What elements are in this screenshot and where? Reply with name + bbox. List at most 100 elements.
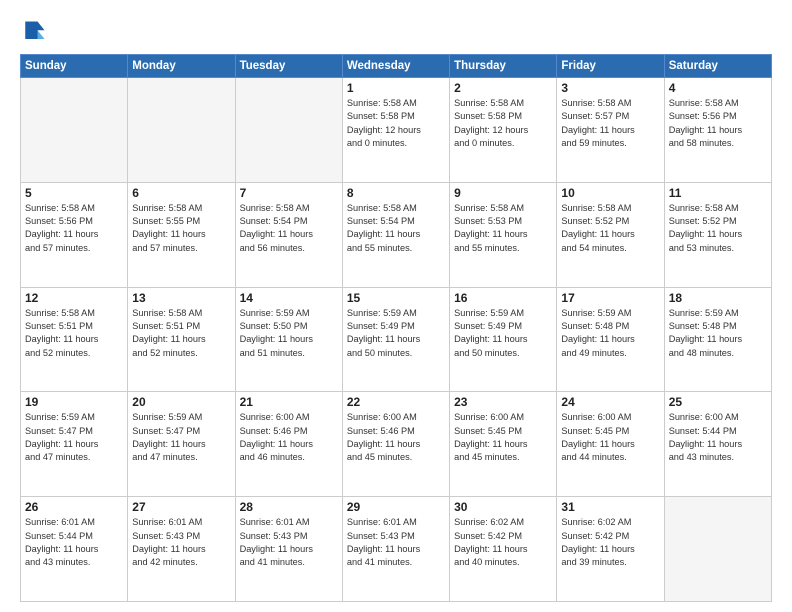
day-number: 14 — [240, 291, 338, 305]
calendar-day-11: 11 Sunrise: 5:58 AMSunset: 5:52 PMDayligh… — [664, 182, 771, 287]
day-number: 19 — [25, 395, 123, 409]
day-info: Sunrise: 5:59 AMSunset: 5:48 PMDaylight:… — [669, 307, 767, 360]
day-info: Sunrise: 5:59 AMSunset: 5:48 PMDaylight:… — [561, 307, 659, 360]
day-number: 1 — [347, 81, 445, 95]
day-info: Sunrise: 6:00 AMSunset: 5:45 PMDaylight:… — [561, 411, 659, 464]
calendar-day-3: 3 Sunrise: 5:58 AMSunset: 5:57 PMDaylight… — [557, 78, 664, 183]
weekday-header-thursday: Thursday — [450, 55, 557, 78]
calendar-day-23: 23Sunrise: 6:00 AMSunset: 5:45 PMDayligh… — [450, 392, 557, 497]
day-info: Sunrise: 5:59 AMSunset: 5:50 PMDaylight:… — [240, 307, 338, 360]
day-info: Sunrise: 5:58 AMSunset: 5:54 PMDaylight:… — [240, 202, 338, 255]
day-info: Sunrise: 6:01 AMSunset: 5:44 PMDaylight:… — [25, 516, 123, 569]
day-info: Sunrise: 5:58 AMSunset: 5:56 PMDaylight:… — [25, 202, 123, 255]
day-number: 22 — [347, 395, 445, 409]
day-info: Sunrise: 5:58 AMSunset: 5:52 PMDaylight:… — [561, 202, 659, 255]
day-info: Sunrise: 5:59 AMSunset: 5:49 PMDaylight:… — [454, 307, 552, 360]
calendar-day-5: 5 Sunrise: 5:58 AMSunset: 5:56 PMDaylight… — [21, 182, 128, 287]
calendar-day-16: 16 Sunrise: 5:59 AMSunset: 5:49 PMDayligh… — [450, 287, 557, 392]
calendar-day-14: 14 Sunrise: 5:59 AMSunset: 5:50 PMDayligh… — [235, 287, 342, 392]
day-number: 28 — [240, 500, 338, 514]
day-number: 23 — [454, 395, 552, 409]
day-number: 4 — [669, 81, 767, 95]
day-number: 8 — [347, 186, 445, 200]
calendar-table: SundayMondayTuesdayWednesdayThursdayFrid… — [20, 54, 772, 602]
day-number: 5 — [25, 186, 123, 200]
calendar-day-9: 9 Sunrise: 5:58 AMSunset: 5:53 PMDaylight… — [450, 182, 557, 287]
day-number: 11 — [669, 186, 767, 200]
day-number: 13 — [132, 291, 230, 305]
calendar-day-empty — [21, 78, 128, 183]
day-info: Sunrise: 5:58 AMSunset: 5:55 PMDaylight:… — [132, 202, 230, 255]
calendar-day-19: 19Sunrise: 5:59 AMSunset: 5:47 PMDayligh… — [21, 392, 128, 497]
calendar-day-24: 24 Sunrise: 6:00 AMSunset: 5:45 PMDayligh… — [557, 392, 664, 497]
calendar-day-empty — [664, 497, 771, 602]
logo — [20, 18, 52, 46]
day-info: Sunrise: 6:01 AMSunset: 5:43 PMDaylight:… — [347, 516, 445, 569]
day-number: 25 — [669, 395, 767, 409]
weekday-header-sunday: Sunday — [21, 55, 128, 78]
day-info: Sunrise: 5:58 AMSunset: 5:51 PMDaylight:… — [25, 307, 123, 360]
calendar-day-17: 17 Sunrise: 5:59 AMSunset: 5:48 PMDayligh… — [557, 287, 664, 392]
weekday-header-row: SundayMondayTuesdayWednesdayThursdayFrid… — [21, 55, 772, 78]
calendar-day-1: 1 Sunrise: 5:58 AMSunset: 5:58 PMDaylight… — [342, 78, 449, 183]
calendar-day-25: 25 Sunrise: 6:00 AMSunset: 5:44 PMDayligh… — [664, 392, 771, 497]
calendar-day-13: 13 Sunrise: 5:58 AMSunset: 5:51 PMDayligh… — [128, 287, 235, 392]
day-number: 9 — [454, 186, 552, 200]
calendar-day-7: 7 Sunrise: 5:58 AMSunset: 5:54 PMDaylight… — [235, 182, 342, 287]
day-number: 29 — [347, 500, 445, 514]
day-info: Sunrise: 5:58 AMSunset: 5:58 PMDaylight:… — [347, 97, 445, 150]
day-info: Sunrise: 6:01 AMSunset: 5:43 PMDaylight:… — [240, 516, 338, 569]
day-number: 27 — [132, 500, 230, 514]
day-number: 21 — [240, 395, 338, 409]
calendar-day-18: 18 Sunrise: 5:59 AMSunset: 5:48 PMDayligh… — [664, 287, 771, 392]
day-info: Sunrise: 5:58 AMSunset: 5:57 PMDaylight:… — [561, 97, 659, 150]
calendar-week-row: 12 Sunrise: 5:58 AMSunset: 5:51 PMDayligh… — [21, 287, 772, 392]
weekday-header-wednesday: Wednesday — [342, 55, 449, 78]
calendar-day-15: 15Sunrise: 5:59 AMSunset: 5:49 PMDayligh… — [342, 287, 449, 392]
weekday-header-tuesday: Tuesday — [235, 55, 342, 78]
calendar-week-row: 5 Sunrise: 5:58 AMSunset: 5:56 PMDaylight… — [21, 182, 772, 287]
calendar-day-4: 4Sunrise: 5:58 AMSunset: 5:56 PMDaylight… — [664, 78, 771, 183]
day-number: 12 — [25, 291, 123, 305]
day-number: 7 — [240, 186, 338, 200]
day-number: 20 — [132, 395, 230, 409]
calendar-day-10: 10Sunrise: 5:58 AMSunset: 5:52 PMDayligh… — [557, 182, 664, 287]
calendar-day-28: 28 Sunrise: 6:01 AMSunset: 5:43 PMDayligh… — [235, 497, 342, 602]
day-number: 16 — [454, 291, 552, 305]
day-info: Sunrise: 5:58 AMSunset: 5:51 PMDaylight:… — [132, 307, 230, 360]
day-number: 2 — [454, 81, 552, 95]
weekday-header-saturday: Saturday — [664, 55, 771, 78]
calendar-day-12: 12 Sunrise: 5:58 AMSunset: 5:51 PMDayligh… — [21, 287, 128, 392]
page: SundayMondayTuesdayWednesdayThursdayFrid… — [0, 0, 792, 612]
day-info: Sunrise: 6:00 AMSunset: 5:44 PMDaylight:… — [669, 411, 767, 464]
calendar-day-2: 2 Sunrise: 5:58 AMSunset: 5:58 PMDaylight… — [450, 78, 557, 183]
day-number: 30 — [454, 500, 552, 514]
calendar-day-empty — [128, 78, 235, 183]
day-info: Sunrise: 6:02 AMSunset: 5:42 PMDaylight:… — [454, 516, 552, 569]
calendar-day-31: 31Sunrise: 6:02 AMSunset: 5:42 PMDayligh… — [557, 497, 664, 602]
day-info: Sunrise: 5:58 AMSunset: 5:53 PMDaylight:… — [454, 202, 552, 255]
weekday-header-monday: Monday — [128, 55, 235, 78]
calendar-week-row: 1 Sunrise: 5:58 AMSunset: 5:58 PMDaylight… — [21, 78, 772, 183]
day-info: Sunrise: 6:00 AMSunset: 5:46 PMDaylight:… — [240, 411, 338, 464]
calendar-day-27: 27Sunrise: 6:01 AMSunset: 5:43 PMDayligh… — [128, 497, 235, 602]
day-number: 15 — [347, 291, 445, 305]
day-number: 31 — [561, 500, 659, 514]
calendar-day-29: 29 Sunrise: 6:01 AMSunset: 5:43 PMDayligh… — [342, 497, 449, 602]
day-number: 17 — [561, 291, 659, 305]
day-number: 24 — [561, 395, 659, 409]
calendar-day-26: 26Sunrise: 6:01 AMSunset: 5:44 PMDayligh… — [21, 497, 128, 602]
day-info: Sunrise: 5:58 AMSunset: 5:58 PMDaylight:… — [454, 97, 552, 150]
day-number: 3 — [561, 81, 659, 95]
calendar-day-22: 22 Sunrise: 6:00 AMSunset: 5:46 PMDayligh… — [342, 392, 449, 497]
calendar-day-20: 20Sunrise: 5:59 AMSunset: 5:47 PMDayligh… — [128, 392, 235, 497]
logo-icon — [20, 18, 48, 46]
day-info: Sunrise: 5:58 AMSunset: 5:54 PMDaylight:… — [347, 202, 445, 255]
day-info: Sunrise: 6:00 AMSunset: 5:46 PMDaylight:… — [347, 411, 445, 464]
calendar-day-8: 8 Sunrise: 5:58 AMSunset: 5:54 PMDaylight… — [342, 182, 449, 287]
day-info: Sunrise: 5:58 AMSunset: 5:52 PMDaylight:… — [669, 202, 767, 255]
calendar-day-30: 30 Sunrise: 6:02 AMSunset: 5:42 PMDayligh… — [450, 497, 557, 602]
day-number: 6 — [132, 186, 230, 200]
day-number: 18 — [669, 291, 767, 305]
calendar-day-21: 21 Sunrise: 6:00 AMSunset: 5:46 PMDayligh… — [235, 392, 342, 497]
